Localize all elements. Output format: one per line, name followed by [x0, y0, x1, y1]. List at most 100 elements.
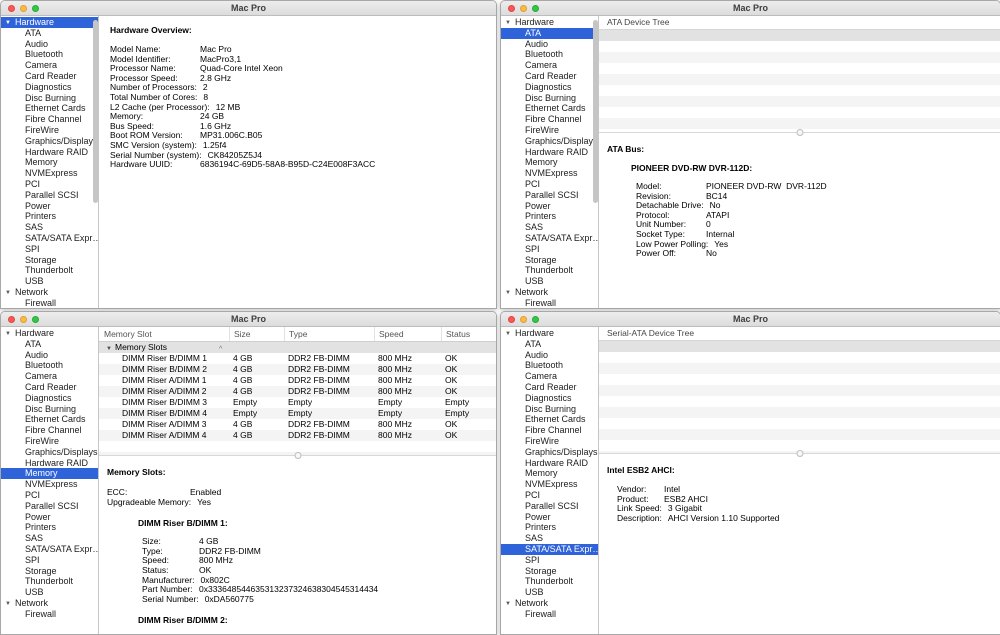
- sidebar-item[interactable]: ▼SATA/SATA Expr…: [501, 233, 598, 244]
- minimize-button-icon[interactable]: [20, 316, 27, 323]
- sidebar-item[interactable]: ▼Parallel SCSI: [1, 501, 98, 512]
- sidebar-item[interactable]: ▼Hardware RAID: [501, 458, 598, 469]
- column-header[interactable]: Memory Slot: [99, 327, 229, 341]
- sidebar-item[interactable]: ▼SPI: [1, 244, 98, 255]
- disclosure-triangle-icon[interactable]: ▼: [505, 288, 515, 298]
- sidebar-item[interactable]: ▼Ethernet Cards: [501, 103, 598, 114]
- sidebar-item[interactable]: ▼USB: [501, 587, 598, 598]
- sidebar-item[interactable]: ▼SPI: [1, 555, 98, 566]
- sidebar-item[interactable]: ▼Hardware RAID: [1, 458, 98, 469]
- sidebar-item[interactable]: ▼NVMExpress: [1, 168, 98, 179]
- sidebar-item[interactable]: ▼ATA: [1, 28, 98, 39]
- titlebar[interactable]: Mac Pro: [1, 1, 496, 16]
- sidebar-item[interactable]: ▼Camera: [501, 371, 598, 382]
- table-row[interactable]: DIMM Riser A/DIMM 2 4 GB DDR2 FB-DIMM 80…: [99, 386, 496, 397]
- sidebar-item[interactable]: ▼ Network: [501, 287, 598, 298]
- sidebar-item[interactable]: ▼SATA/SATA Expr…: [501, 543, 598, 555]
- sidebar-item[interactable]: ▼Audio: [501, 350, 598, 361]
- sidebar-item[interactable]: ▼Card Reader: [1, 71, 98, 82]
- tree-row[interactable]: ▼Intel ESB2 AHCI: [599, 352, 1000, 363]
- disclosure-triangle-icon[interactable]: ▼: [5, 329, 15, 339]
- sidebar-item[interactable]: ▼Audio: [501, 39, 598, 50]
- sidebar-item[interactable]: ▼SAS: [1, 222, 98, 233]
- device-tree-title[interactable]: Serial-ATA Device Tree: [599, 327, 1000, 341]
- sidebar-item[interactable]: ▼FireWire: [1, 125, 98, 136]
- disclosure-triangle-icon[interactable]: ▼: [505, 18, 515, 28]
- sidebar-item[interactable]: ▼SPI: [501, 555, 598, 566]
- sidebar-item[interactable]: ▼Printers: [501, 211, 598, 222]
- tree-row[interactable]: ▼Intel ESB2 AHCI: [599, 374, 1000, 385]
- sidebar-item[interactable]: ▼Ethernet Cards: [1, 414, 98, 425]
- zoom-button-icon[interactable]: [32, 5, 39, 12]
- sidebar-item[interactable]: ▼PCI: [501, 179, 598, 190]
- sidebar-item[interactable]: ▼Fibre Channel: [1, 425, 98, 436]
- pane-splitter[interactable]: [599, 129, 1000, 138]
- sidebar-item[interactable]: ▼Fibre Channel: [501, 114, 598, 125]
- sidebar-item[interactable]: ▼PCI: [1, 179, 98, 190]
- sidebar-item[interactable]: ▼Firewall: [1, 298, 98, 308]
- sidebar-item[interactable]: ▼SAS: [1, 533, 98, 544]
- tree-row[interactable]: ▼Intel ESB2 AHCI: [599, 407, 1000, 418]
- tree-row[interactable]: ▼PIONEER DVD-RW DVR-112D: [599, 41, 1000, 52]
- sidebar-item[interactable]: ▼Graphics/Displays: [1, 136, 98, 147]
- table-row[interactable]: DIMM Riser A/DIMM 1 4 GB DDR2 FB-DIMM 80…: [99, 375, 496, 386]
- sidebar-item[interactable]: ▼USB: [1, 587, 98, 598]
- sidebar-item[interactable]: ▼USB: [501, 276, 598, 287]
- sidebar-item[interactable]: ▼Storage: [1, 566, 98, 577]
- memory-slots-group-row[interactable]: ▼ Memory Slots: [99, 342, 496, 353]
- sidebar-item[interactable]: ▼Camera: [1, 60, 98, 71]
- sidebar-item[interactable]: ▼ Hardware: [1, 17, 98, 28]
- sidebar-item[interactable]: ▼ATA: [501, 27, 598, 39]
- sidebar-item[interactable]: ▼ATA: [501, 339, 598, 350]
- disclosure-triangle-icon[interactable]: ▼: [5, 288, 15, 298]
- sidebar-item[interactable]: ▼Parallel SCSI: [501, 501, 598, 512]
- sidebar-item[interactable]: ▼Diagnostics: [501, 393, 598, 404]
- sidebar-item[interactable]: ▼FireWire: [1, 436, 98, 447]
- table-row[interactable]: DIMM Riser B/DIMM 1 4 GB DDR2 FB-DIMM 80…: [99, 353, 496, 364]
- tree-row[interactable]: ▼APPLE HDD HTS545050A7E362: [599, 363, 1000, 374]
- sidebar-item[interactable]: ▼Power: [501, 201, 598, 212]
- sidebar-item[interactable]: ▼Bluetooth: [501, 360, 598, 371]
- sidebar-item[interactable]: ▼Graphics/Displays: [1, 447, 98, 458]
- close-button-icon[interactable]: [8, 5, 15, 12]
- table-row[interactable]: DIMM Riser B/DIMM 4 Empty Empty Empty Em…: [99, 408, 496, 419]
- sidebar-item[interactable]: ▼Power: [501, 512, 598, 523]
- column-header[interactable]: Size: [229, 327, 284, 341]
- sidebar-item[interactable]: ▼ Network: [1, 287, 98, 298]
- zoom-button-icon[interactable]: [532, 5, 539, 12]
- sidebar-item[interactable]: ▼Card Reader: [501, 382, 598, 393]
- sidebar-item[interactable]: ▼FireWire: [501, 125, 598, 136]
- close-button-icon[interactable]: [508, 5, 515, 12]
- zoom-button-icon[interactable]: [32, 316, 39, 323]
- sidebar-item[interactable]: ▼Hardware RAID: [1, 147, 98, 158]
- sidebar-scrollbar[interactable]: [593, 20, 598, 203]
- column-header[interactable]: Type: [284, 327, 374, 341]
- titlebar[interactable]: Mac Pro: [501, 1, 1000, 16]
- tree-row[interactable]: ▼Intel ESB2 AHCI: [599, 385, 1000, 396]
- sidebar-item[interactable]: ▼Camera: [501, 60, 598, 71]
- sidebar-item[interactable]: ▼Hardware RAID: [501, 147, 598, 158]
- sidebar-item[interactable]: ▼SAS: [501, 222, 598, 233]
- splitter-handle-icon[interactable]: [796, 450, 803, 457]
- table-row[interactable]: DIMM Riser B/DIMM 2 4 GB DDR2 FB-DIMM 80…: [99, 364, 496, 375]
- sidebar-item[interactable]: ▼Thunderbolt: [501, 265, 598, 276]
- sidebar-item[interactable]: ▼SAS: [501, 533, 598, 544]
- sidebar-item[interactable]: ▼Bluetooth: [501, 49, 598, 60]
- sidebar-item[interactable]: ▼Storage: [1, 255, 98, 266]
- sidebar-item[interactable]: ▼Power: [1, 512, 98, 523]
- sidebar-item[interactable]: ▼Disc Burning: [501, 404, 598, 415]
- sidebar-item[interactable]: ▼Audio: [1, 350, 98, 361]
- titlebar[interactable]: Mac Pro: [1, 312, 496, 327]
- table-row[interactable]: DIMM Riser B/DIMM 3 Empty Empty Empty Em…: [99, 397, 496, 408]
- tree-row[interactable]: ▼Intel ESB2 AHCI: [599, 396, 1000, 407]
- titlebar[interactable]: Mac Pro: [501, 312, 1000, 327]
- sidebar-item[interactable]: ▼PCI: [1, 490, 98, 501]
- sidebar-item[interactable]: ▼Graphics/Displays: [501, 136, 598, 147]
- sidebar-item[interactable]: ▼NVMExpress: [1, 479, 98, 490]
- sidebar-item[interactable]: ▼Bluetooth: [1, 360, 98, 371]
- sidebar-item[interactable]: ▼Fibre Channel: [1, 114, 98, 125]
- sidebar-item[interactable]: ▼Graphics/Displays: [501, 447, 598, 458]
- sidebar-item[interactable]: ▼Parallel SCSI: [501, 190, 598, 201]
- pane-splitter[interactable]: [99, 452, 496, 461]
- sidebar-item[interactable]: ▼ Network: [501, 598, 598, 609]
